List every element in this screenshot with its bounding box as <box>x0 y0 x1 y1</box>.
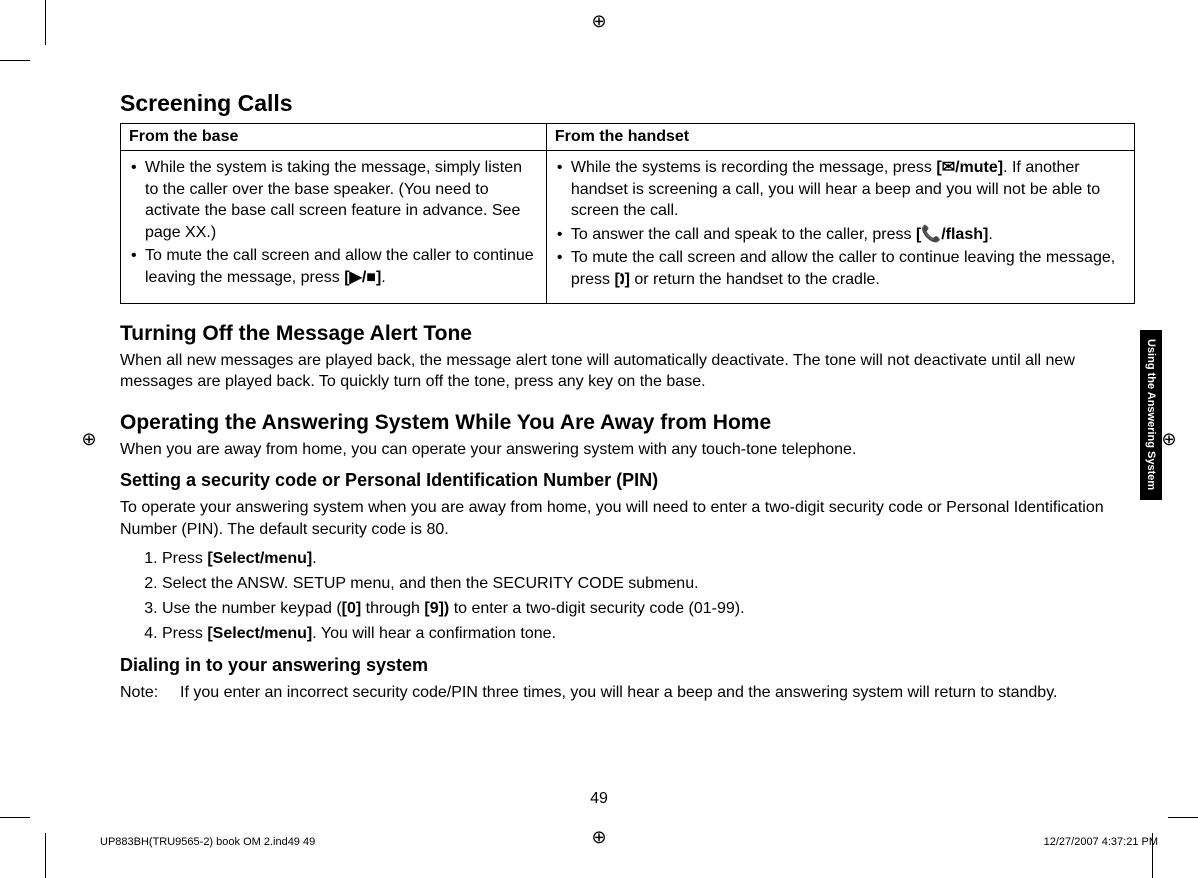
list-item: To mute the call screen and allow the ca… <box>131 245 536 288</box>
table-header-base: From the base <box>121 124 547 151</box>
crop-mark <box>1168 817 1198 818</box>
heading-away-from-home: Operating the Answering System While You… <box>120 411 1135 435</box>
list-item: To mute the call screen and allow the ca… <box>557 247 1124 290</box>
text: Press <box>162 550 207 567</box>
note: Note: If you enter an incorrect security… <box>120 682 1135 704</box>
heading-security-code: Setting a security code or Personal Iden… <box>120 470 1135 491</box>
text: While the systems is recording the messa… <box>571 159 936 176</box>
text: Use the number keypad ( <box>162 600 342 617</box>
footer-timestamp: 12/27/2007 4:37:21 PM <box>1044 836 1158 848</box>
text: or return the handset to the cradle. <box>630 271 880 288</box>
end-call-icon: [🕽] <box>614 271 629 288</box>
steps-list: Press [Select/menu]. Select the ANSW. SE… <box>120 547 1135 646</box>
crop-mark <box>45 0 46 45</box>
page-content: Screening Calls From the base From the h… <box>120 90 1135 704</box>
list-item: Press [Select/menu]. <box>162 547 1135 570</box>
registration-mark-icon: ⊕ <box>590 12 608 30</box>
paragraph: When all new messages are played back, t… <box>120 350 1135 393</box>
print-footer: UP883BH(TRU9565-2) book OM 2.ind49 49 12… <box>100 836 1158 848</box>
table-cell-handset: While the systems is recording the messa… <box>546 151 1134 304</box>
note-label: Note: <box>120 682 180 704</box>
footer-file-info: UP883BH(TRU9565-2) book OM 2.ind49 49 <box>100 836 315 848</box>
text: . You will hear a confirmation tone. <box>312 625 556 642</box>
text: . <box>988 226 992 243</box>
text: . <box>312 550 316 567</box>
table-cell-base: While the system is taking the message, … <box>121 151 547 304</box>
play-stop-icon: [▶/■] <box>344 269 381 286</box>
text: to enter a two-digit security code (01-9… <box>449 600 744 617</box>
key-label: [Select/menu] <box>207 625 312 642</box>
section-tab: Using the Answering System <box>1140 330 1162 500</box>
key-label: [0] <box>342 600 362 617</box>
table-header-handset: From the handset <box>546 124 1134 151</box>
text: through <box>361 600 424 617</box>
list-item: While the system is taking the message, … <box>131 157 536 243</box>
list-item: Use the number keypad ([0] through [9]) … <box>162 597 1135 620</box>
paragraph: To operate your answering system when yo… <box>120 497 1135 540</box>
text: To answer the call and speak to the call… <box>571 226 916 243</box>
phone-flash-icon: [📞/flash] <box>916 226 988 243</box>
list-item: Press [Select/menu]. You will hear a con… <box>162 622 1135 645</box>
envelope-mute-icon: [✉/mute] <box>936 159 1003 176</box>
note-text: If you enter an incorrect security code/… <box>180 682 1057 704</box>
screening-calls-table: From the base From the handset While the… <box>120 123 1135 304</box>
page-number: 49 <box>0 790 1198 808</box>
paragraph: When you are away from home, you can ope… <box>120 439 1135 461</box>
text: Press <box>162 625 207 642</box>
key-label: [9]) <box>424 600 449 617</box>
text: . <box>381 269 385 286</box>
text: To mute the call screen and allow the ca… <box>145 247 534 286</box>
heading-screening-calls: Screening Calls <box>120 90 1135 117</box>
key-label: [Select/menu] <box>207 550 312 567</box>
crop-mark <box>45 833 46 878</box>
heading-alert-tone: Turning Off the Message Alert Tone <box>120 322 1135 346</box>
list-item: While the systems is recording the messa… <box>557 157 1124 222</box>
crop-mark <box>0 817 30 818</box>
registration-mark-icon: ⊕ <box>1160 430 1178 448</box>
list-item: To answer the call and speak to the call… <box>557 224 1124 246</box>
list-item: Select the ANSW. SETUP menu, and then th… <box>162 572 1135 595</box>
heading-dialing-in: Dialing in to your answering system <box>120 655 1135 676</box>
registration-mark-icon: ⊕ <box>80 430 98 448</box>
crop-mark <box>0 60 30 61</box>
